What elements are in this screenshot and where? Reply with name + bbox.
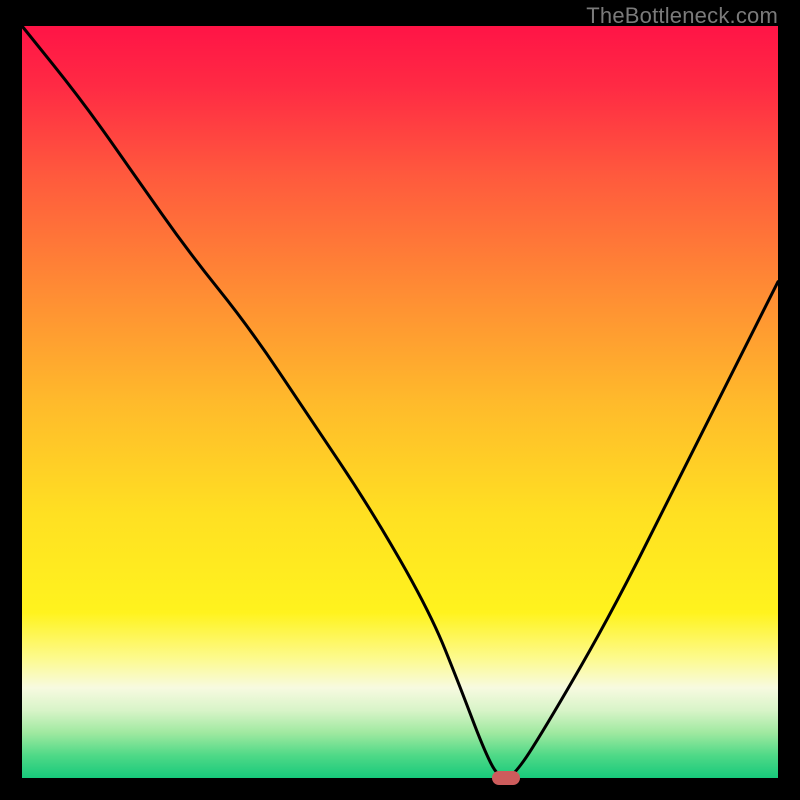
optimal-marker xyxy=(492,771,520,785)
plot-area xyxy=(22,26,778,778)
watermark-text: TheBottleneck.com xyxy=(586,3,778,29)
chart-frame: TheBottleneck.com xyxy=(0,0,800,800)
bottleneck-curve xyxy=(22,26,778,778)
